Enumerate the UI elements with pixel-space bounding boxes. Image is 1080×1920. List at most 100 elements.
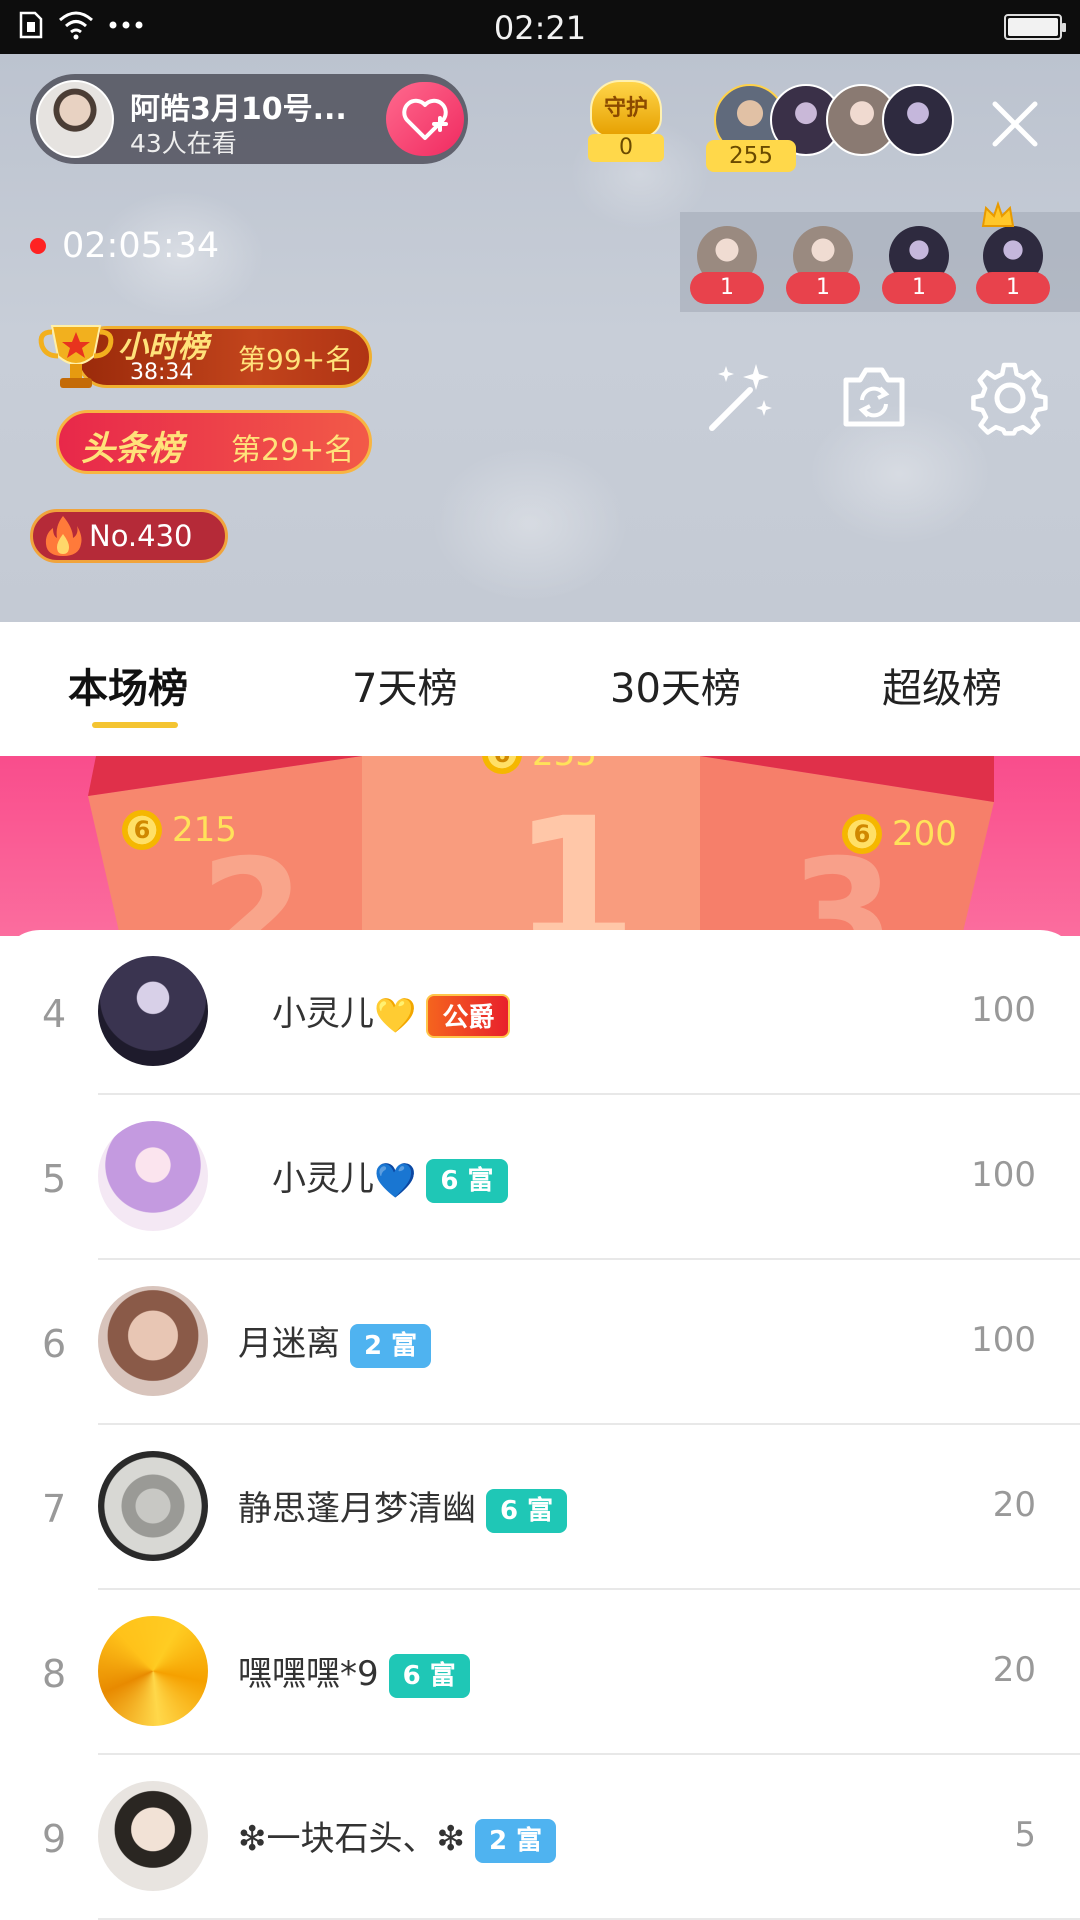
mic-user-badge: 1: [882, 272, 956, 304]
coin-icon: 6: [482, 756, 522, 774]
user-name-text: 月迷离: [238, 1324, 340, 1364]
anchor-info[interactable]: 阿皓3月10号... 43人在看: [30, 74, 468, 164]
third-place-coins: 6 200: [842, 814, 957, 854]
top-viewer-score: 255: [706, 140, 796, 172]
podium: 1 2 3 6255 6215 6200: [0, 756, 1080, 936]
recording-dot: [30, 238, 46, 254]
mic-user[interactable]: 1: [786, 226, 860, 310]
rank-number: 6: [42, 1322, 67, 1366]
viewer-count: 43人在看: [130, 129, 237, 158]
headline-rank-position: 第29+名: [231, 433, 355, 468]
audience-avatars[interactable]: 255: [706, 84, 954, 172]
rank-number: 9: [42, 1817, 67, 1861]
ranking-list: 4 小灵儿💛 公爵 100 5 小灵儿💙 6 富 100 6 月迷离 2 富 100 …: [0, 930, 1080, 1920]
user-name: 月迷离 2 富: [238, 1316, 432, 1368]
list-item[interactable]: 5 小灵儿💙 6 富 100: [0, 1095, 1080, 1260]
tab-7-days[interactable]: 7天榜: [352, 656, 457, 714]
list-item[interactable]: 9 ❇一块石头、❇ 2 富 5: [0, 1755, 1080, 1920]
tab-super[interactable]: 超级榜: [882, 656, 1002, 714]
guard-count: 0: [588, 134, 664, 162]
wealth-badge: 6 富: [486, 1488, 568, 1533]
duration-text: 02:05:34: [62, 226, 220, 266]
blue-heart-icon: 💙: [374, 1160, 417, 1201]
live-header: 阿皓3月10号... 43人在看 守护 0 255 02:05:34 1 1 1…: [0, 54, 1080, 622]
user-name-text: 静思蓬月梦清幽: [238, 1489, 476, 1529]
camera-switch-icon[interactable]: [832, 356, 916, 440]
active-tab-indicator: [92, 722, 178, 728]
rank-number: 7: [42, 1487, 67, 1531]
anchor-avatar[interactable]: [36, 80, 114, 158]
avatar[interactable]: [98, 1451, 208, 1561]
follow-button[interactable]: [386, 82, 464, 156]
anchor-name: 阿皓3月10号...: [130, 92, 347, 127]
live-duration: 02:05:34: [30, 226, 219, 266]
user-name-text: 嘿嘿嘿*9: [238, 1654, 379, 1694]
avatar[interactable]: [98, 1121, 208, 1231]
user-name: 嘿嘿嘿*9 6 富: [238, 1646, 470, 1698]
list-item[interactable]: 8 嘿嘿嘿*9 6 富 20: [0, 1590, 1080, 1755]
user-name: 小灵儿💙 6 富: [272, 1151, 508, 1203]
list-item[interactable]: 7 静思蓬月梦清幽 6 富 20: [0, 1425, 1080, 1590]
mic-user[interactable]: 1: [976, 226, 1050, 310]
yellow-heart-icon: 💛: [374, 995, 417, 1036]
battery-icon: [1004, 14, 1066, 40]
wealth-badge: 2 富: [474, 1818, 557, 1863]
avatar[interactable]: [98, 1616, 208, 1726]
mic-user-badge: 1: [976, 272, 1050, 304]
hourly-rank-time: 38:34: [130, 360, 194, 385]
first-place-coins: 6 255: [482, 756, 597, 774]
avatar[interactable]: [98, 1781, 208, 1891]
second-place-value: 215: [172, 810, 237, 850]
wealth-badge: 6 富: [426, 1158, 508, 1203]
guard-label: 守护: [590, 80, 662, 138]
user-name-text: ❇一块石头、❇: [238, 1819, 465, 1859]
user-name-text: 小灵儿: [272, 994, 374, 1034]
tab-30-days[interactable]: 30天榜: [610, 656, 741, 714]
rank-number: 4: [42, 992, 67, 1036]
wealth-badge: 6 富: [388, 1653, 470, 1698]
score: 20: [992, 1485, 1036, 1525]
popularity-number: No.430: [89, 519, 193, 553]
avatar[interactable]: [98, 956, 208, 1066]
settings-gear-icon[interactable]: [968, 356, 1052, 440]
trophy-icon: [38, 325, 114, 388]
coin-icon: 6: [122, 810, 162, 850]
user-name: 小灵儿💛 公爵: [272, 986, 511, 1038]
score: 100: [971, 990, 1036, 1030]
flame-icon: [45, 516, 82, 556]
hourly-rank-badge[interactable]: 小时榜 38:34 第99+名: [36, 316, 376, 394]
heart-plus-icon: [402, 98, 448, 140]
popularity-badge[interactable]: No.430: [30, 509, 228, 563]
headline-rank-title: 头条榜: [81, 429, 183, 469]
second-place-coins: 6 215: [122, 810, 237, 850]
headline-rank-badge[interactable]: 头条榜 第29+名: [56, 410, 372, 474]
coin-icon: 6: [842, 814, 882, 854]
list-item[interactable]: 6 月迷离 2 富 100: [0, 1260, 1080, 1425]
user-name: 静思蓬月梦清幽 6 富: [238, 1481, 568, 1533]
score: 100: [971, 1155, 1036, 1195]
duke-badge: 公爵: [426, 993, 511, 1038]
third-place-value: 200: [892, 814, 957, 854]
close-icon[interactable]: [985, 94, 1045, 154]
score: 5: [1014, 1815, 1036, 1855]
avatar[interactable]: [98, 1286, 208, 1396]
mic-user[interactable]: 1: [690, 226, 764, 310]
user-name: ❇一块石头、❇ 2 富: [238, 1811, 557, 1863]
magic-wand-icon[interactable]: [698, 356, 782, 440]
score: 20: [992, 1650, 1036, 1690]
tab-current-session[interactable]: 本场榜: [68, 656, 188, 714]
mic-user-badge: 1: [786, 272, 860, 304]
list-item[interactable]: 4 小灵儿💛 公爵 100: [0, 930, 1080, 1095]
mic-user[interactable]: 1: [882, 226, 956, 310]
score: 100: [971, 1320, 1036, 1360]
guard-badge[interactable]: 守护 0: [580, 80, 672, 164]
status-bar: 02:21: [0, 0, 1080, 54]
audience-avatar[interactable]: [882, 84, 954, 156]
hourly-rank-position: 第99+名: [238, 343, 354, 376]
first-place-digit: 1: [512, 780, 637, 936]
status-time: 02:21: [493, 9, 587, 47]
ranking-tabs: 本场榜 7天榜 30天榜 超级榜: [0, 622, 1080, 756]
crown-icon: [981, 200, 1015, 227]
rank-number: 5: [42, 1157, 67, 1201]
mic-users-strip: 1 1 1 1: [680, 200, 1080, 312]
